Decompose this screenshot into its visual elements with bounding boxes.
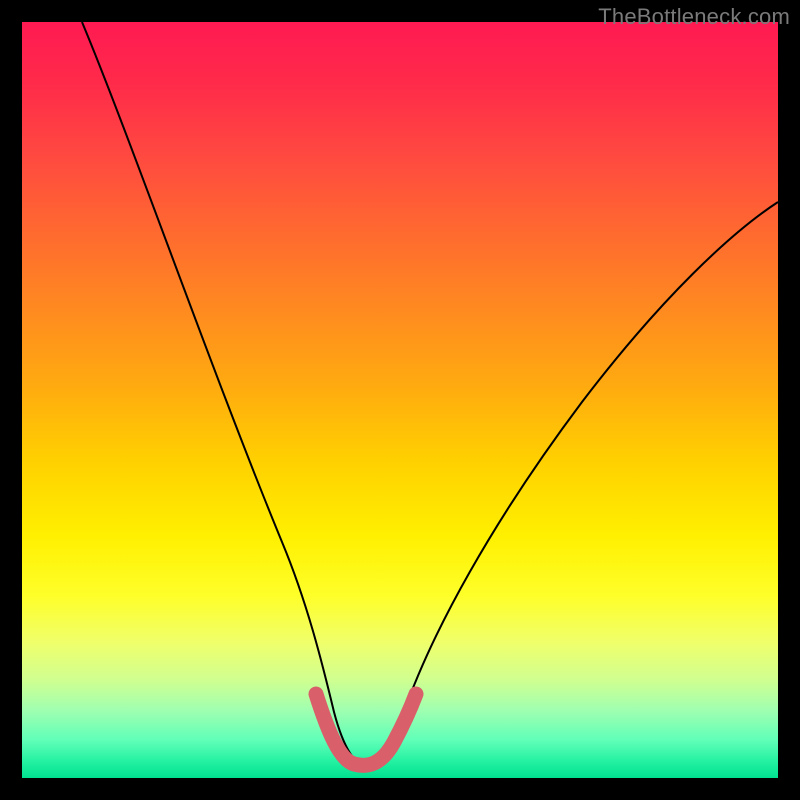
- watermark-text: TheBottleneck.com: [598, 4, 790, 30]
- chart-frame: TheBottleneck.com: [0, 0, 800, 800]
- chart-svg: [22, 22, 778, 778]
- main-curve-path: [82, 22, 778, 766]
- plot-area: [22, 22, 778, 778]
- highlight-segment-path: [316, 694, 416, 765]
